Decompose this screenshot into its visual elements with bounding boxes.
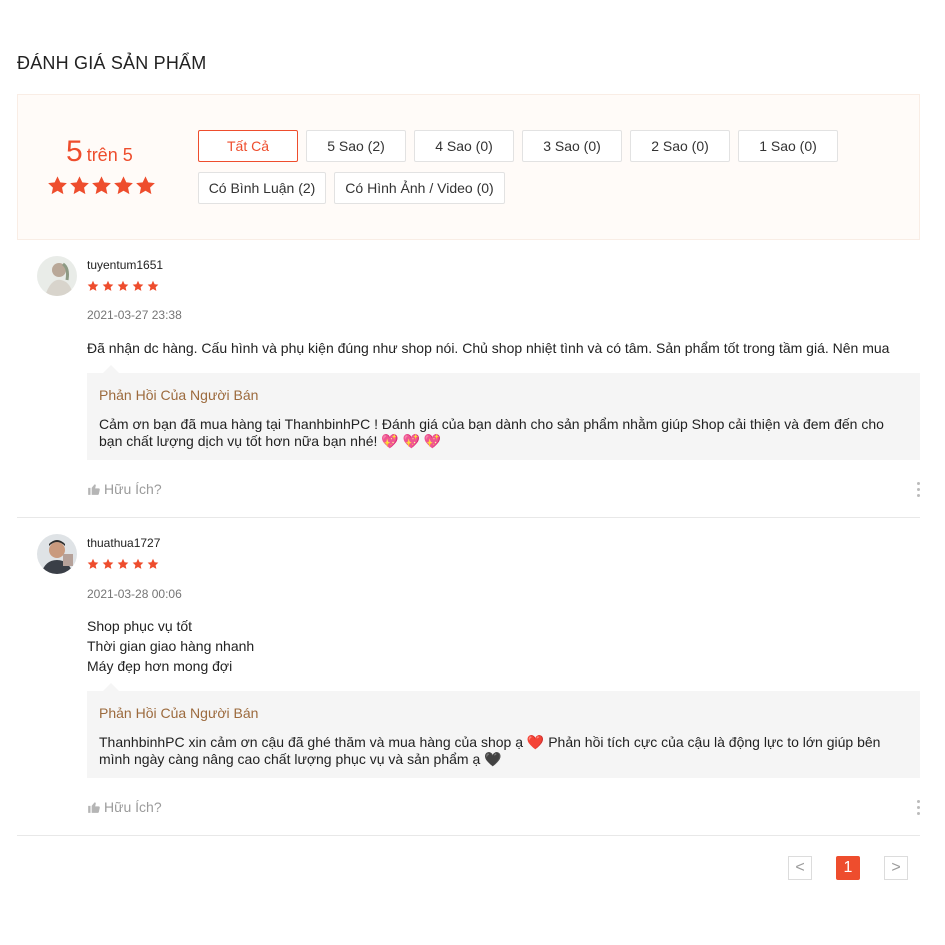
star-icon xyxy=(48,176,67,195)
overall-score: 5 trên 5 xyxy=(66,135,133,169)
filter-2-star[interactable]: 2 Sao (0) xyxy=(630,130,730,162)
helpful-button[interactable]: Hữu Ích? xyxy=(87,481,162,497)
review-stars xyxy=(87,558,159,570)
next-page-button[interactable]: > xyxy=(884,856,908,880)
reply-text: Cảm ơn bạn đã mua hàng tại ThanhbinhPC !… xyxy=(99,416,884,449)
score-value: 5 xyxy=(66,135,83,168)
helpful-button[interactable]: Hữu Ích? xyxy=(87,799,162,815)
reply-title: Phản Hồi Của Người Bán xyxy=(99,705,259,721)
reply-title: Phản Hồi Của Người Bán xyxy=(99,387,259,403)
star-icon xyxy=(117,558,129,569)
reviewer-name[interactable]: tuyentum1651 xyxy=(87,258,163,272)
reply-arrow xyxy=(103,683,119,691)
filter-all[interactable]: Tất Cả xyxy=(198,130,298,162)
filter-3-star[interactable]: 3 Sao (0) xyxy=(522,130,622,162)
more-options-icon[interactable] xyxy=(917,800,920,815)
section-title: ĐÁNH GIÁ SẢN PHẨM xyxy=(17,53,207,73)
star-icon xyxy=(147,280,159,291)
star-icon xyxy=(132,558,144,569)
review-content: Shop phục vụ tốt Thời gian giao hàng nha… xyxy=(87,616,254,676)
filter-with-comments[interactable]: Có Bình Luận (2) xyxy=(198,172,326,204)
star-icon xyxy=(114,176,133,195)
star-icon xyxy=(102,558,114,569)
review-time: 2021-03-27 23:38 xyxy=(87,308,182,322)
review-time: 2021-03-28 00:06 xyxy=(87,587,182,601)
reply-text: ThanhbinhPC xin cảm ơn cậu đã ghé thăm v… xyxy=(99,734,881,767)
thumbs-up-icon xyxy=(88,802,100,813)
thumbs-up-icon xyxy=(88,484,100,495)
filter-5-star[interactable]: 5 Sao (2) xyxy=(306,130,406,162)
prev-page-button[interactable]: < xyxy=(788,856,812,880)
review-item: tuyentum1651 2021-03-27 23:38 Đã nhận dc… xyxy=(17,240,920,518)
review-stars xyxy=(87,280,159,292)
star-icon xyxy=(70,176,89,195)
avatar[interactable] xyxy=(37,534,77,574)
star-icon xyxy=(117,280,129,291)
page-1-button[interactable]: 1 xyxy=(836,856,860,880)
more-options-icon[interactable] xyxy=(917,482,920,497)
reviewer-name[interactable]: thuathua1727 xyxy=(87,536,160,550)
star-icon xyxy=(102,280,114,291)
review-line: Máy đẹp hơn mong đợi xyxy=(87,658,233,674)
review-line: Shop phục vụ tốt xyxy=(87,618,193,634)
filter-4-star[interactable]: 4 Sao (0) xyxy=(414,130,514,162)
overall-stars xyxy=(47,175,156,196)
score-suffix: trên 5 xyxy=(86,145,133,165)
helpful-label: Hữu Ích? xyxy=(104,799,162,815)
review-item: thuathua1727 2021-03-28 00:06 Shop phục … xyxy=(17,518,920,836)
rating-overview: 5 trên 5 xyxy=(17,94,920,240)
star-icon xyxy=(92,176,111,195)
filter-1-star[interactable]: 1 Sao (0) xyxy=(738,130,838,162)
review-content: Đã nhận dc hàng. Cấu hình và phụ kiện đú… xyxy=(87,338,889,358)
helpful-label: Hữu Ích? xyxy=(104,481,162,497)
review-line: Thời gian giao hàng nhanh xyxy=(87,638,255,654)
reply-arrow xyxy=(103,365,119,373)
seller-reply: Phản Hồi Của Người Bán ThanhbinhPC xin c… xyxy=(87,683,920,778)
seller-reply: Phản Hồi Của Người Bán Cảm ơn bạn đã mua… xyxy=(87,365,920,460)
star-icon xyxy=(87,558,99,569)
star-icon xyxy=(87,280,99,291)
filter-with-media[interactable]: Có Hình Ảnh / Video (0) xyxy=(334,172,505,204)
star-icon xyxy=(136,176,155,195)
star-icon xyxy=(147,558,159,569)
star-icon xyxy=(132,280,144,291)
review-line: Đã nhận dc hàng. Cấu hình và phụ kiện đú… xyxy=(87,340,890,356)
avatar[interactable] xyxy=(37,256,77,296)
